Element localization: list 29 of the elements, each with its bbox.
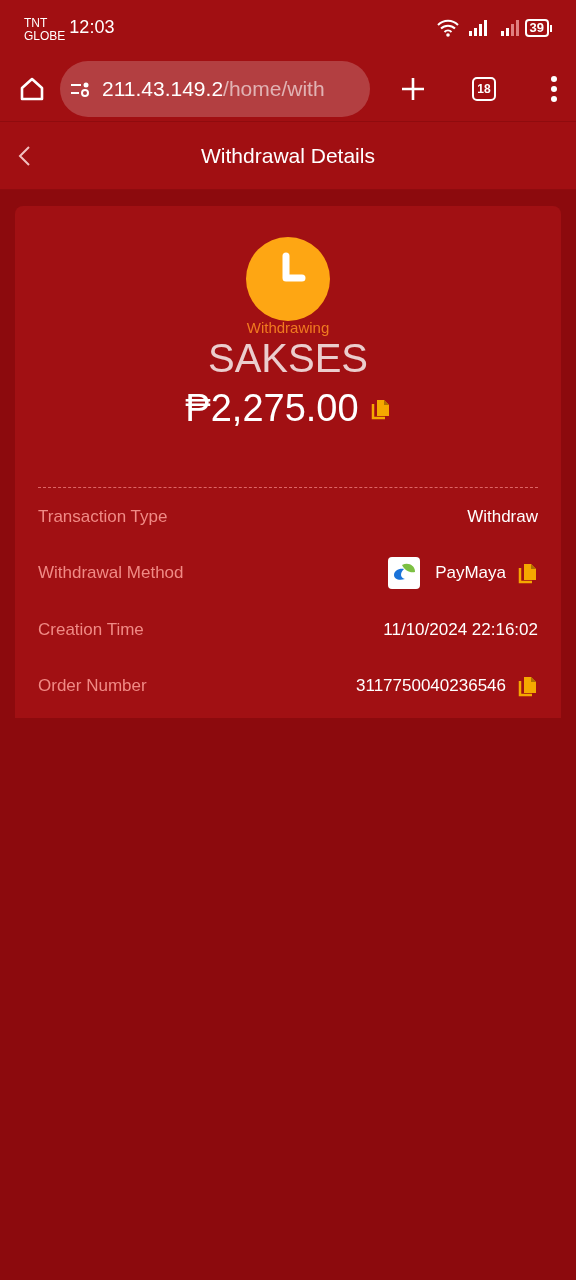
url-text: 211.43.149.2/home/with <box>102 75 325 102</box>
status-label: Withdrawing <box>246 320 330 336</box>
menu-icon[interactable] <box>550 75 558 102</box>
signal-icon <box>500 20 521 36</box>
carrier-label: TNT <box>24 17 49 30</box>
copy-icon[interactable] <box>370 397 391 420</box>
amount: ₱2,275.00 <box>185 386 359 431</box>
page-title: Withdrawal Details <box>201 142 375 169</box>
detail-value: 3117750040236546 <box>356 675 506 697</box>
detail-label: Withdrawal Method <box>38 562 184 584</box>
detail-value: PayMaya <box>435 562 506 584</box>
clock: 12:03 <box>69 15 115 39</box>
tab-count-button[interactable]: 18 <box>472 76 496 101</box>
battery-indicator: 39 <box>524 19 552 37</box>
copy-icon[interactable] <box>518 674 538 697</box>
back-icon[interactable] <box>17 144 31 167</box>
detail-label: Order Number <box>38 675 147 697</box>
wifi-icon <box>436 19 459 37</box>
clock-icon <box>245 236 331 322</box>
detail-label: Transaction Type <box>38 505 168 528</box>
signal-icon <box>468 20 489 36</box>
detail-label: Creation Time <box>38 618 144 641</box>
carrier-label: GLOBE <box>24 30 66 43</box>
address-bar[interactable]: 211.43.149.2/home/with <box>60 60 370 117</box>
detail-value: 11/10/2024 22:16:02 <box>383 618 538 641</box>
copy-icon[interactable] <box>518 561 538 584</box>
new-tab-icon[interactable] <box>400 75 426 102</box>
detail-value: Withdraw <box>467 505 538 528</box>
status-overlay-text: SAKSES <box>207 338 369 378</box>
